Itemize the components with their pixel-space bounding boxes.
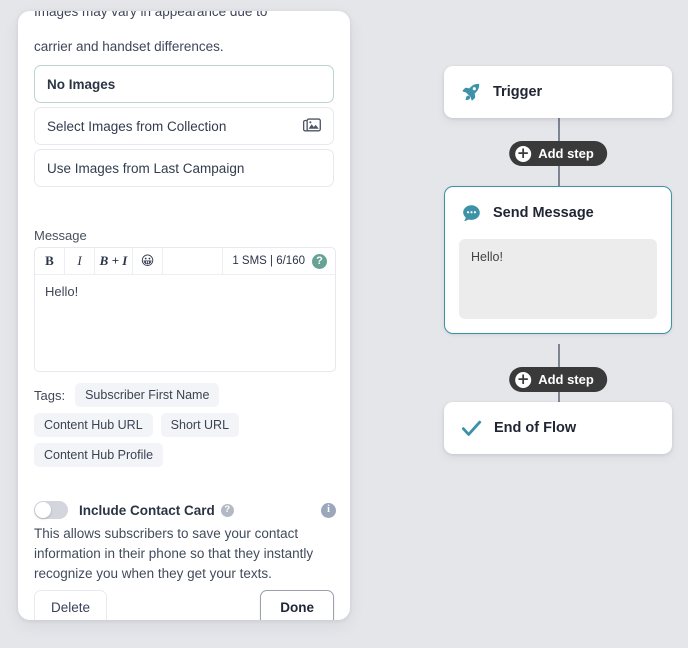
flow-node-title: End of Flow — [494, 420, 577, 436]
rocket-icon-svg — [462, 83, 480, 101]
app-root: Images may vary in appearance due to car… — [0, 0, 688, 648]
message-label: Message — [34, 228, 87, 243]
message-toolbar: B I B + I 😀 1 SMS | 6/160 ? — [35, 248, 335, 275]
include-contact-card-toggle[interactable] — [34, 501, 68, 519]
toggle-knob — [35, 502, 51, 518]
message-editor: B I B + I 😀 1 SMS | 6/160 ? Hello! — [34, 247, 336, 372]
tag-chip-content-hub-url[interactable]: Content Hub URL — [34, 413, 153, 437]
question-mark-icon: ? — [312, 253, 327, 269]
flow-node-title: Trigger — [493, 84, 543, 100]
add-step-label: Add step — [538, 372, 594, 387]
flow-canvas: Trigger + Add step Send Message Hello! +… — [444, 66, 672, 454]
rocket-icon — [460, 81, 482, 103]
add-step-label: Add step — [538, 146, 594, 161]
toolbar-spacer — [163, 248, 224, 274]
end-of-flow-node-header: End of Flow — [444, 402, 672, 454]
sms-help-icon[interactable]: ? — [312, 248, 335, 274]
image-option-label: No Images — [47, 76, 116, 92]
image-option-label: Use Images from Last Campaign — [47, 160, 245, 176]
send-message-editor-panel: Images may vary in appearance due to car… — [18, 11, 350, 620]
italic-button[interactable]: I — [65, 248, 95, 274]
add-step-button-1[interactable]: + Add step — [509, 141, 607, 166]
message-preview: Hello! — [459, 239, 657, 319]
editor-footer: Delete Done — [34, 590, 334, 620]
emoji-button[interactable]: 😀 — [133, 248, 163, 274]
delete-button[interactable]: Delete — [34, 590, 108, 620]
check-icon-svg — [461, 420, 482, 436]
image-source-options: No Images Select Images from Collection — [34, 65, 334, 191]
contact-card-info-icon[interactable]: i — [321, 502, 336, 518]
clipped-help-text: Images may vary in appearance due to — [34, 11, 268, 19]
tags-caption: Tags: — [34, 387, 66, 403]
image-icon-svg — [303, 118, 321, 132]
chat-bubble-icon-svg — [463, 204, 480, 221]
tags-section: Tags: Subscriber First Name Content Hub … — [34, 383, 340, 467]
flow-node-send-message[interactable]: Send Message Hello! — [444, 186, 672, 334]
contact-card-help-icon[interactable]: ? — [220, 503, 234, 517]
image-option-last-campaign[interactable]: Use Images from Last Campaign — [34, 149, 334, 187]
image-option-select-from-collection[interactable]: Select Images from Collection — [34, 107, 334, 145]
plus-circle-icon: + — [515, 144, 532, 162]
flow-node-end-of-flow[interactable]: End of Flow — [444, 402, 672, 454]
message-input[interactable]: Hello! — [35, 275, 335, 308]
image-icon — [303, 118, 321, 134]
done-button[interactable]: Done — [260, 590, 334, 620]
flow-node-title: Send Message — [493, 205, 594, 221]
send-message-node-header: Send Message — [445, 187, 671, 239]
bold-button[interactable]: B — [35, 248, 65, 274]
tag-chip-short-url[interactable]: Short URL — [160, 413, 240, 437]
bold-italic-button[interactable]: B + I — [95, 248, 133, 274]
include-contact-card-row: Include Contact Card ? i — [34, 501, 336, 519]
tag-chip-subscriber-first-name[interactable]: Subscriber First Name — [75, 383, 220, 407]
image-option-no-images[interactable]: No Images — [34, 65, 334, 103]
send-message-node-body: Hello! — [445, 239, 671, 333]
tag-chip-content-hub-profile[interactable]: Content Hub Profile — [34, 443, 164, 467]
include-contact-card-label: Include Contact Card — [79, 502, 215, 518]
include-contact-card-description: This allows subscribers to save your con… — [34, 526, 314, 581]
check-icon — [460, 417, 483, 440]
plus-circle-icon: + — [515, 370, 532, 388]
tags-row: Tags: Subscriber First Name Content Hub … — [34, 383, 340, 467]
trigger-node-header: Trigger — [444, 66, 672, 118]
flow-node-trigger[interactable]: Trigger — [444, 66, 672, 118]
image-option-label: Select Images from Collection — [47, 118, 227, 134]
image-help-description: carrier and handset differences. — [34, 39, 224, 54]
chat-bubble-icon — [461, 203, 482, 224]
editor-content: Images may vary in appearance due to car… — [18, 11, 350, 620]
sms-counter: 1 SMS | 6/160 — [232, 255, 305, 267]
add-step-button-2[interactable]: + Add step — [509, 367, 607, 392]
